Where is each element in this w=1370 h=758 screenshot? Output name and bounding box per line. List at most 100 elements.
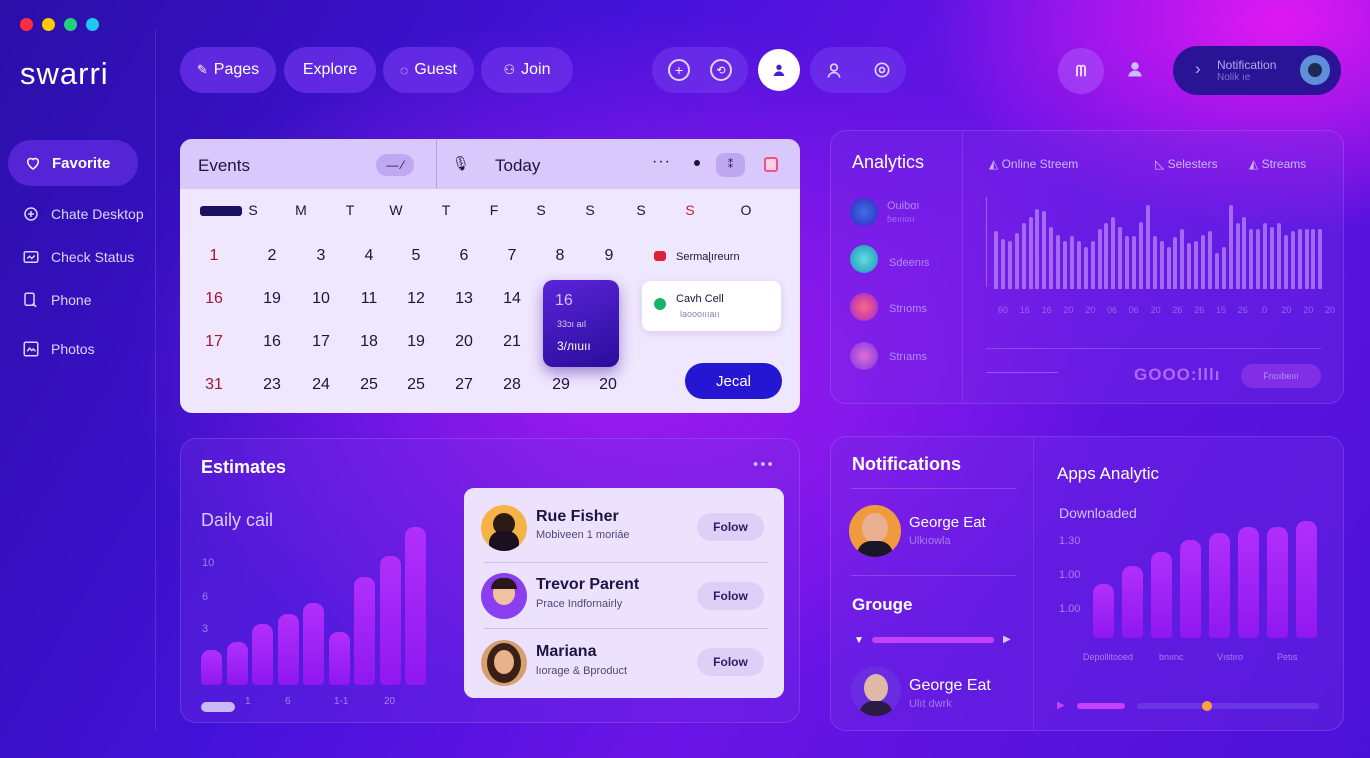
- calendar-day[interactable]: 8: [543, 247, 577, 265]
- sidebar-item-check-status[interactable]: Check Status: [22, 248, 134, 266]
- profile-active-button[interactable]: [758, 49, 800, 91]
- event-1-title[interactable]: Sermaɭıreurn: [676, 251, 740, 263]
- chart-scrollbar[interactable]: [201, 702, 235, 712]
- calendar-day[interactable]: 6: [447, 247, 481, 265]
- play-right-icon[interactable]: ▶: [1003, 634, 1011, 645]
- calendar-day[interactable]: 25: [352, 376, 386, 394]
- event-card[interactable]: Cavh Cell laoooıııaıı: [642, 281, 781, 331]
- notification-pill[interactable]: › Notification Nolik ıe: [1173, 46, 1341, 95]
- window-minimize-dot[interactable]: [42, 18, 55, 31]
- mic-icon[interactable]: 🎙︎: [452, 155, 470, 172]
- calendar-action-button[interactable]: Jecal: [685, 363, 782, 399]
- avatar[interactable]: [849, 505, 901, 557]
- calendar-day[interactable]: 14: [495, 290, 529, 308]
- sidebar-item-chate-desktop[interactable]: Chate Desktop: [22, 205, 144, 223]
- calendar-day[interactable]: 23: [255, 376, 289, 394]
- apps-progress-thumb[interactable]: [1202, 701, 1212, 711]
- window-maximize-dot[interactable]: [64, 18, 77, 31]
- heart-icon: [26, 157, 40, 170]
- more-options-icon[interactable]: •••: [753, 456, 775, 473]
- avatar[interactable]: [851, 666, 901, 716]
- sidebar-item-photos[interactable]: Photos: [22, 340, 95, 358]
- calendar-day[interactable]: 19: [399, 333, 433, 351]
- window-extra-dot[interactable]: [86, 18, 99, 31]
- calendar-day[interactable]: 16: [255, 333, 289, 351]
- sidebar-item-phone[interactable]: Phone: [22, 291, 91, 309]
- nav-pages-button[interactable]: ✎ Pages: [180, 47, 276, 93]
- calendar-day[interactable]: 28: [495, 376, 529, 394]
- calendar-day[interactable]: 5: [399, 247, 433, 265]
- calendar-day[interactable]: 24: [304, 376, 338, 394]
- calendar-day[interactable]: 3: [304, 247, 338, 265]
- analytics-item-label[interactable]: Strıams: [889, 351, 927, 363]
- nav-guest-button[interactable]: ◌ Guest: [383, 47, 474, 93]
- sidebar-item-favorite[interactable]: Favorite: [8, 140, 138, 186]
- calendar-day[interactable]: 20: [591, 376, 625, 394]
- tab-online-streem[interactable]: ◭ Online Streem: [989, 157, 1078, 171]
- group-progress-bar[interactable]: [872, 637, 994, 643]
- calendar-day[interactable]: 4: [352, 247, 386, 265]
- nav-join-button[interactable]: ⚇ Join: [481, 47, 573, 93]
- apps-progress-track[interactable]: [1137, 703, 1319, 709]
- notification-title: Notification: [1217, 58, 1277, 72]
- calendar-day[interactable]: 31: [197, 376, 231, 394]
- tab-selesters[interactable]: ◺ Selesters: [1155, 157, 1218, 171]
- calendar-today[interactable]: Today: [495, 156, 540, 176]
- calendar-day[interactable]: 7: [495, 247, 529, 265]
- follow-button[interactable]: Folow: [697, 513, 764, 541]
- play-down-icon[interactable]: ▼: [854, 635, 864, 646]
- weekday-label: F: [489, 202, 499, 218]
- analytics-bar: [1166, 247, 1171, 289]
- analytics-item-label[interactable]: Ouibɑı: [887, 200, 919, 212]
- calendar-day[interactable]: 1: [197, 247, 231, 265]
- calendar-icon[interactable]: [764, 157, 778, 172]
- people-icon[interactable]: [824, 60, 844, 80]
- brand-badge-button[interactable]: ᗰ: [1058, 48, 1104, 94]
- calendar-day[interactable]: 18: [352, 333, 386, 351]
- analytics-item-label[interactable]: Sdeenıs: [889, 257, 929, 269]
- calendar-day[interactable]: 17: [197, 333, 231, 351]
- calendar-day[interactable]: 27: [447, 376, 481, 394]
- calendar-day[interactable]: 9: [592, 247, 626, 265]
- calendar-day[interactable]: 20: [447, 333, 481, 351]
- calendar-day[interactable]: 21: [495, 333, 529, 351]
- play-icon[interactable]: ▶: [1057, 700, 1065, 711]
- follow-button[interactable]: Folow: [697, 648, 764, 676]
- follow-button[interactable]: Folow: [697, 582, 764, 610]
- calendar-day[interactable]: 19: [255, 290, 289, 308]
- people-list: Rue Fisher Mobiveen 1 moriáe Folow Trevo…: [464, 488, 784, 698]
- calendar-day[interactable]: 11: [352, 290, 386, 308]
- calendar-day[interactable]: 29: [544, 376, 578, 394]
- calendar-day[interactable]: 2: [255, 247, 289, 265]
- account-button[interactable]: [1118, 52, 1152, 86]
- refresh-icon[interactable]: ⟲: [710, 59, 732, 81]
- settings-icon[interactable]: [872, 60, 892, 80]
- compass-icon[interactable]: +: [668, 59, 690, 81]
- calendar-day[interactable]: 16: [197, 290, 231, 308]
- calendar-toggle[interactable]: — ⁄: [376, 154, 414, 176]
- more-icon[interactable]: ···: [652, 153, 671, 171]
- analytics-bar: [1125, 236, 1130, 289]
- calendar-day[interactable]: 25: [399, 376, 433, 394]
- analytics-footer-button[interactable]: Fnoıbeııı: [1241, 364, 1321, 388]
- analytics-bar: [1069, 236, 1074, 289]
- list-item[interactable]: Mariana lıorage & Bproduct Folow: [464, 630, 784, 698]
- window-close-dot[interactable]: [20, 18, 33, 31]
- analytics-item-label[interactable]: Strıoms: [889, 303, 927, 315]
- x-tick: .0: [1259, 305, 1268, 315]
- filter-icon[interactable]: ⁑: [716, 153, 745, 177]
- selected-day-card[interactable]: 16 33ɔı aıl 3/лıuıı: [543, 280, 619, 367]
- list-item[interactable]: Rue Fisher Mobiveen 1 moriáe Folow: [464, 488, 784, 560]
- calendar-day[interactable]: 13: [447, 290, 481, 308]
- nav-join-label: Join: [521, 61, 551, 78]
- analytics-bar: [1063, 241, 1067, 289]
- calendar-day[interactable]: 17: [304, 333, 338, 351]
- list-item[interactable]: Trevor Parent Prace Indfornairly Folow: [464, 563, 784, 631]
- tab-streams[interactable]: ◭ Streams: [1249, 157, 1306, 171]
- analytics-bar: [1242, 217, 1247, 289]
- nav-explore-button[interactable]: Explore: [284, 47, 376, 93]
- calendar-day[interactable]: 12: [399, 290, 433, 308]
- notification-user-name: George Eat: [909, 677, 991, 694]
- analytics-bar: [1152, 236, 1157, 289]
- calendar-day[interactable]: 10: [304, 290, 338, 308]
